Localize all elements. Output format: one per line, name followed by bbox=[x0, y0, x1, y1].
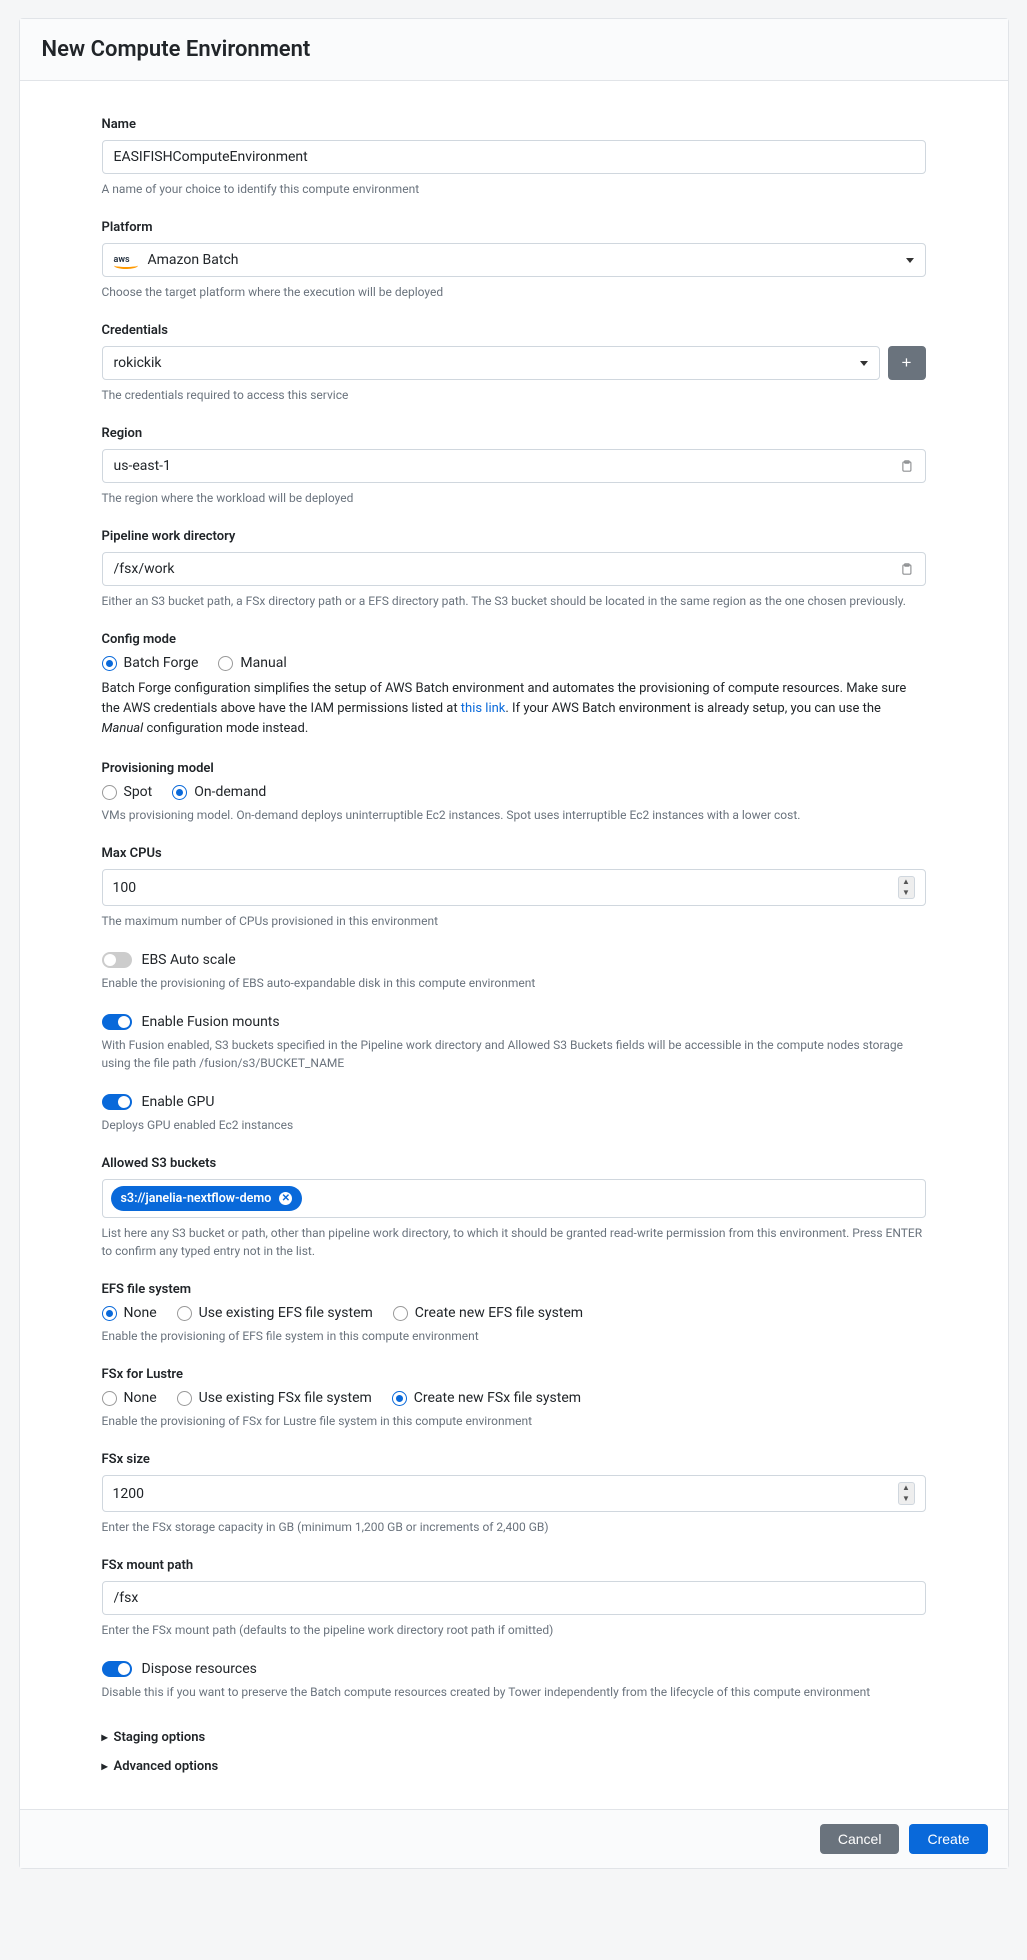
platform-select[interactable]: aws Amazon Batch bbox=[102, 243, 926, 277]
name-input[interactable] bbox=[102, 140, 926, 174]
platform-label: Platform bbox=[102, 220, 926, 235]
radio-icon bbox=[177, 1391, 192, 1406]
ebs-toggle[interactable] bbox=[102, 952, 132, 968]
radio-icon bbox=[102, 785, 117, 800]
chevron-down-icon bbox=[906, 258, 914, 263]
s3-buckets-help: List here any S3 bucket or path, other t… bbox=[102, 1224, 926, 1260]
gpu-toggle[interactable] bbox=[102, 1094, 132, 1110]
new-compute-environment-modal: New Compute Environment Name A name of y… bbox=[19, 18, 1009, 1869]
fusion-label: Enable Fusion mounts bbox=[142, 1014, 280, 1030]
ebs-help: Enable the provisioning of EBS auto-expa… bbox=[102, 974, 926, 992]
config-mode-description: Batch Forge configuration simplifies the… bbox=[102, 679, 926, 739]
efs-existing[interactable]: Use existing EFS file system bbox=[177, 1305, 373, 1321]
credentials-select[interactable]: rokickik bbox=[102, 346, 880, 380]
modal-body: Name A name of your choice to identify t… bbox=[20, 81, 1008, 1809]
workdir-label: Pipeline work directory bbox=[102, 529, 926, 544]
efs-label: EFS file system bbox=[102, 1282, 926, 1297]
radio-icon bbox=[102, 1391, 117, 1406]
clipboard-icon bbox=[900, 562, 914, 576]
provisioning-on-demand[interactable]: On-demand bbox=[172, 784, 266, 800]
config-mode-link[interactable]: this link bbox=[461, 701, 506, 716]
max-cpus-help: The maximum number of CPUs provisioned i… bbox=[102, 912, 926, 930]
fsx-size-value: 1200 bbox=[113, 1486, 144, 1502]
aws-logo-icon: aws bbox=[114, 255, 138, 265]
credentials-value: rokickik bbox=[114, 355, 162, 371]
dispose-help: Disable this if you want to preserve the… bbox=[102, 1683, 926, 1701]
fsx-mount-help: Enter the FSx mount path (defaults to th… bbox=[102, 1621, 926, 1639]
config-mode-radios: Batch Forge Manual bbox=[102, 655, 926, 671]
gpu-label: Enable GPU bbox=[142, 1094, 215, 1110]
config-mode-manual[interactable]: Manual bbox=[218, 655, 286, 671]
advanced-options-toggle[interactable]: Advanced options bbox=[102, 1752, 926, 1781]
fsx-help: Enable the provisioning of FSx for Lustr… bbox=[102, 1412, 926, 1430]
workdir-help: Either an S3 bucket path, a FSx director… bbox=[102, 592, 926, 610]
staging-options-toggle[interactable]: Staging options bbox=[102, 1723, 926, 1752]
fusion-help: With Fusion enabled, S3 buckets specifie… bbox=[102, 1036, 926, 1072]
fsx-label: FSx for Lustre bbox=[102, 1367, 926, 1382]
fsx-existing[interactable]: Use existing FSx file system bbox=[177, 1390, 372, 1406]
chevron-down-icon bbox=[860, 361, 868, 366]
modal-title: New Compute Environment bbox=[42, 37, 986, 62]
s3-buckets-label: Allowed S3 buckets bbox=[102, 1156, 926, 1171]
name-help: A name of your choice to identify this c… bbox=[102, 180, 926, 198]
max-cpus-label: Max CPUs bbox=[102, 846, 926, 861]
radio-icon bbox=[102, 656, 117, 671]
fsx-size-help: Enter the FSx storage capacity in GB (mi… bbox=[102, 1518, 926, 1536]
caret-right-icon bbox=[102, 1759, 108, 1774]
platform-value: Amazon Batch bbox=[148, 252, 239, 268]
name-label: Name bbox=[102, 117, 926, 132]
plus-icon: + bbox=[902, 353, 912, 373]
fsx-mount-input[interactable] bbox=[102, 1581, 926, 1615]
config-mode-label: Config mode bbox=[102, 632, 926, 647]
radio-icon bbox=[177, 1306, 192, 1321]
modal-footer: Cancel Create bbox=[20, 1809, 1008, 1868]
fsx-size-label: FSx size bbox=[102, 1452, 926, 1467]
cancel-button[interactable]: Cancel bbox=[820, 1824, 900, 1854]
region-help: The region where the workload will be de… bbox=[102, 489, 926, 507]
fusion-toggle[interactable] bbox=[102, 1014, 132, 1030]
radio-icon bbox=[102, 1306, 117, 1321]
s3-bucket-chip: s3://janelia-nextflow-demo ✕ bbox=[111, 1186, 303, 1211]
platform-help: Choose the target platform where the exe… bbox=[102, 283, 926, 301]
caret-right-icon bbox=[102, 1730, 108, 1745]
provisioning-spot[interactable]: Spot bbox=[102, 784, 153, 800]
credentials-label: Credentials bbox=[102, 323, 926, 338]
workdir-input-wrap[interactable] bbox=[102, 552, 926, 586]
fsx-mount-label: FSx mount path bbox=[102, 1558, 926, 1573]
modal-header: New Compute Environment bbox=[20, 19, 1008, 81]
fsx-create[interactable]: Create new FSx file system bbox=[392, 1390, 581, 1406]
credentials-help: The credentials required to access this … bbox=[102, 386, 926, 404]
provisioning-label: Provisioning model bbox=[102, 761, 926, 776]
remove-chip-icon[interactable]: ✕ bbox=[279, 1192, 292, 1205]
fsx-none[interactable]: None bbox=[102, 1390, 157, 1406]
max-cpus-value: 100 bbox=[113, 880, 137, 896]
efs-help: Enable the provisioning of EFS file syst… bbox=[102, 1327, 926, 1345]
efs-none[interactable]: None bbox=[102, 1305, 157, 1321]
region-label: Region bbox=[102, 426, 926, 441]
region-input-wrap[interactable] bbox=[102, 449, 926, 483]
provisioning-help: VMs provisioning model. On-demand deploy… bbox=[102, 806, 926, 824]
add-credentials-button[interactable]: + bbox=[888, 346, 926, 380]
clipboard-icon bbox=[900, 459, 914, 473]
gpu-help: Deploys GPU enabled Ec2 instances bbox=[102, 1116, 926, 1134]
radio-icon bbox=[218, 656, 233, 671]
ebs-label: EBS Auto scale bbox=[142, 952, 236, 968]
create-button[interactable]: Create bbox=[909, 1824, 987, 1854]
s3-buckets-input[interactable]: s3://janelia-nextflow-demo ✕ bbox=[102, 1179, 926, 1218]
dispose-toggle[interactable] bbox=[102, 1661, 132, 1677]
stepper-icon[interactable]: ▲▼ bbox=[898, 876, 915, 899]
dispose-label: Dispose resources bbox=[142, 1661, 257, 1677]
radio-icon bbox=[172, 785, 187, 800]
region-input[interactable] bbox=[114, 458, 900, 474]
efs-create[interactable]: Create new EFS file system bbox=[393, 1305, 583, 1321]
workdir-input[interactable] bbox=[114, 561, 900, 577]
fsx-size-input-wrap[interactable]: 1200 ▲▼ bbox=[102, 1475, 926, 1512]
radio-icon bbox=[392, 1391, 407, 1406]
stepper-icon[interactable]: ▲▼ bbox=[898, 1482, 915, 1505]
radio-icon bbox=[393, 1306, 408, 1321]
max-cpus-input-wrap[interactable]: 100 ▲▼ bbox=[102, 869, 926, 906]
config-mode-batch-forge[interactable]: Batch Forge bbox=[102, 655, 199, 671]
